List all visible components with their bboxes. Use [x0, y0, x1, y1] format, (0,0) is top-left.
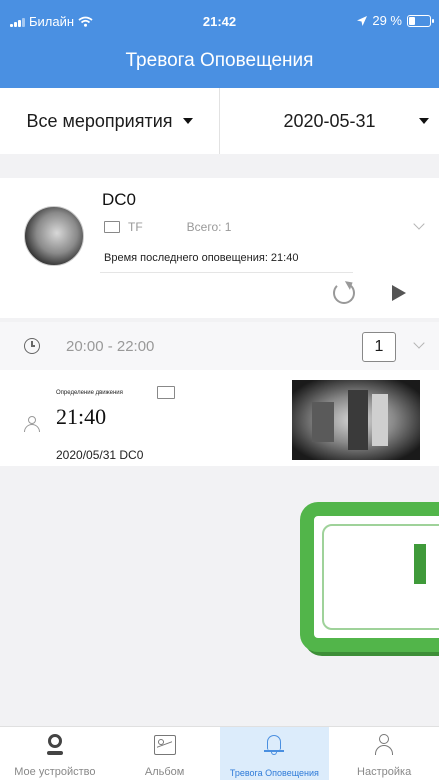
tab-label: Альбом: [144, 766, 185, 778]
event-item[interactable]: Определение движения 21:40 2020/05/31 DC…: [0, 370, 439, 466]
refresh-icon[interactable]: [333, 282, 355, 304]
page-title: Тревога Оповещения: [125, 50, 314, 71]
empty-area: [0, 466, 439, 726]
tab-settings[interactable]: Настройка: [329, 727, 439, 780]
status-bar: Билайн 21:42 29 %: [0, 0, 439, 40]
device-avatar: [24, 206, 84, 266]
watermark-stamp: [300, 502, 439, 652]
tab-label: Тревога Оповещения: [229, 768, 319, 778]
event-filter-dropdown[interactable]: Все мероприятия: [0, 88, 219, 154]
bottom-tab-bar: Мое устройство Альбом Тревога Оповещения…: [0, 726, 439, 780]
message-icon: [157, 386, 175, 399]
person-icon: [24, 416, 42, 432]
last-alert-time: Время последнего оповещения: 21:40: [104, 252, 299, 264]
date-filter-dropdown[interactable]: 2020-05-31: [219, 88, 439, 154]
device-name: DC0: [102, 190, 137, 209]
camera-icon: [43, 733, 67, 757]
storage-label: TF: [128, 220, 143, 234]
tab-label: Настройка: [357, 766, 412, 778]
device-card[interactable]: DC0 TF Всего: 1 Время последнего оповеще…: [0, 178, 439, 318]
event-date-device: 2020/05/31 DC0: [56, 448, 144, 462]
tab-my-device[interactable]: Мое устройство: [0, 727, 110, 780]
event-time: 21:40: [56, 404, 107, 429]
total-count: Всего: 1: [186, 220, 232, 234]
message-icon: [104, 221, 120, 233]
tab-alerts[interactable]: Тревога Оповещения: [219, 727, 330, 780]
album-icon: [153, 735, 176, 755]
battery-percent: 29 %: [372, 13, 402, 28]
tab-label: Мое устройство: [14, 766, 96, 778]
event-type: Определение движения: [56, 390, 123, 396]
caret-down-icon: [182, 118, 193, 124]
filter-bar: Все мероприятия 2020-05-31: [0, 88, 439, 154]
time-range-label: 20:00 - 22:00: [66, 338, 155, 355]
battery-fill: [409, 16, 416, 25]
date-filter-label: 2020-05-31: [283, 110, 376, 131]
divider: [100, 272, 353, 273]
chevron-down-icon[interactable]: [413, 337, 425, 349]
bell-icon: [262, 733, 286, 757]
app-header: Билайн 21:42 29 % Тревога Оповещения: [0, 0, 439, 88]
location-arrow-icon: [357, 15, 368, 26]
tab-album[interactable]: Альбом: [110, 727, 220, 780]
chevron-down-icon[interactable]: [413, 218, 425, 230]
event-filter-label: Все мероприятия: [26, 110, 173, 131]
device-meta: TF Всего: 1: [104, 220, 231, 234]
play-icon[interactable]: [392, 285, 406, 301]
event-thumbnail[interactable]: [292, 380, 420, 460]
time-range-row[interactable]: 20:00 - 22:00 1: [0, 322, 439, 370]
caret-down-icon: [419, 118, 429, 124]
clock-icon: [24, 338, 40, 354]
battery-icon: [407, 14, 434, 27]
event-count-badge: 1: [362, 332, 396, 362]
user-icon: [372, 733, 396, 757]
battery-group: 29 %: [357, 13, 434, 28]
